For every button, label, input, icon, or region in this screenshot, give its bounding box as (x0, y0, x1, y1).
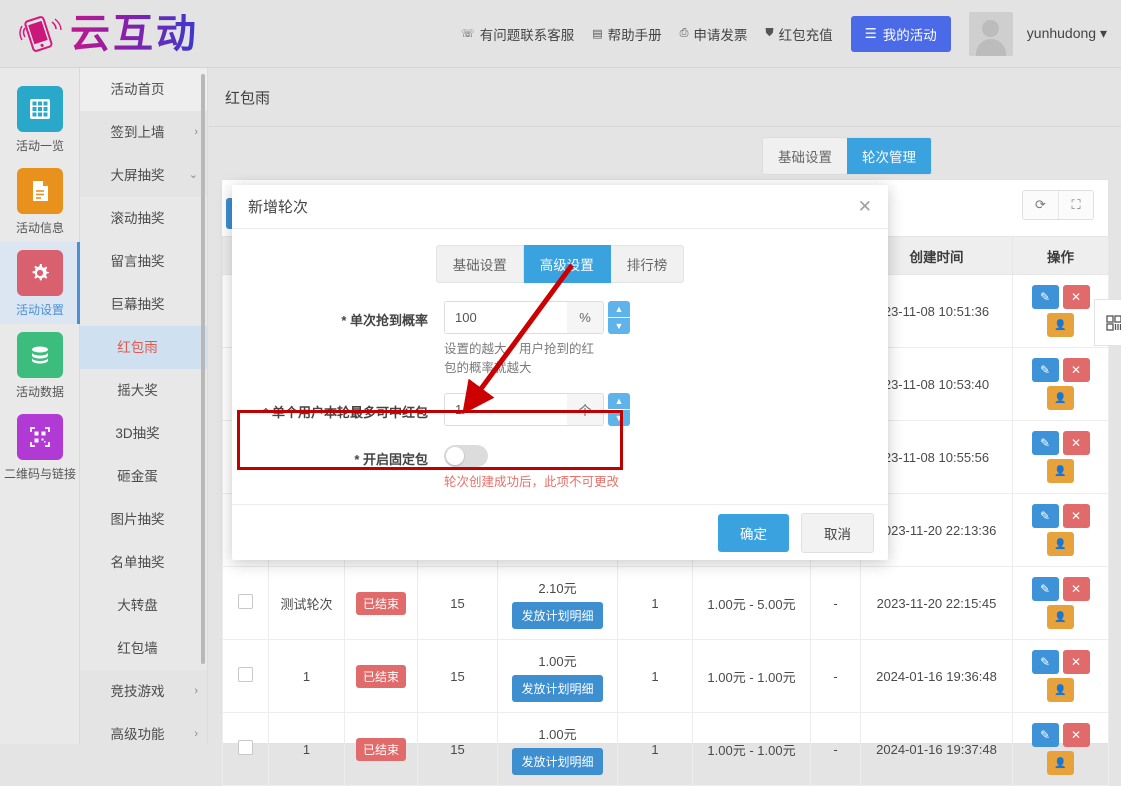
dialog-tab-advanced-settings[interactable]: 高级设置 (524, 245, 611, 283)
max-packets-stepper[interactable]: ▲ ▼ (608, 393, 630, 426)
stepper-down-icon[interactable]: ▼ (608, 410, 630, 426)
dialog-header: 新增轮次 ✕ (232, 185, 888, 229)
field-max-packets-per-user: * 单个用户本轮最多可中红包 个 ▲ ▼ (232, 393, 888, 426)
dialog-title: 新增轮次 (248, 196, 308, 217)
dialog-tabs: 基础设置 高级设置 排行榜 (232, 245, 888, 283)
field-max-packets-per-user-label: * 单个用户本轮最多可中红包 (232, 393, 428, 421)
field-single-win-probability-label: * 单次抢到概率 (232, 301, 428, 329)
single-win-probability-input[interactable] (445, 302, 567, 333)
dialog-body: 基础设置 高级设置 排行榜 * 单次抢到概率 % ▲ ▼ (232, 229, 888, 504)
plan-detail-button[interactable]: 发放计划明细 (512, 748, 602, 775)
close-icon[interactable]: ✕ (858, 198, 872, 215)
confirm-button[interactable]: 确定 (718, 514, 789, 552)
enable-fixed-packet-warning: 轮次创建成功后，此项不可更改 (444, 473, 684, 492)
stepper-down-icon[interactable]: ▼ (608, 318, 630, 334)
max-packets-input[interactable] (445, 394, 567, 425)
dialog-tab-basic-settings-label: 基础设置 (453, 258, 507, 273)
single-win-probability-stepper[interactable]: ▲ ▼ (608, 301, 630, 334)
single-win-probability-input-wrap[interactable]: % (444, 301, 604, 334)
dialog-tab-basic-settings[interactable]: 基础设置 (436, 245, 524, 283)
dialog-footer: 确定 取消 (232, 504, 888, 560)
field-single-win-probability: * 单次抢到概率 % ▲ ▼ 设置的越大，用户抢到的红包的概率就越大 (232, 301, 888, 379)
field-enable-fixed-packet: * 开启固定包 轮次创建成功后，此项不可更改 (232, 440, 888, 492)
user-glyph: 👤 (1054, 758, 1066, 769)
stepper-up-icon[interactable]: ▲ (608, 301, 630, 318)
percent-suffix: % (567, 302, 603, 333)
cancel-button[interactable]: 取消 (801, 513, 874, 553)
single-win-probability-hint: 设置的越大，用户抢到的红包的概率就越大 (444, 340, 594, 379)
unit-suffix: 个 (567, 394, 603, 425)
field-enable-fixed-packet-label: * 开启固定包 (232, 440, 428, 468)
dialog-tab-leaderboard-label: 排行榜 (627, 258, 668, 273)
max-packets-input-wrap[interactable]: 个 (444, 393, 604, 426)
user-icon[interactable]: 👤 (1047, 751, 1074, 775)
dialog-tab-leaderboard[interactable]: 排行榜 (611, 245, 685, 283)
enable-fixed-packet-toggle[interactable] (444, 445, 488, 467)
dialog-tab-advanced-settings-label: 高级设置 (540, 258, 594, 273)
stepper-up-icon[interactable]: ▲ (608, 393, 630, 410)
add-round-dialog: 新增轮次 ✕ 基础设置 高级设置 排行榜 * 单次抢到概率 % (232, 185, 888, 560)
